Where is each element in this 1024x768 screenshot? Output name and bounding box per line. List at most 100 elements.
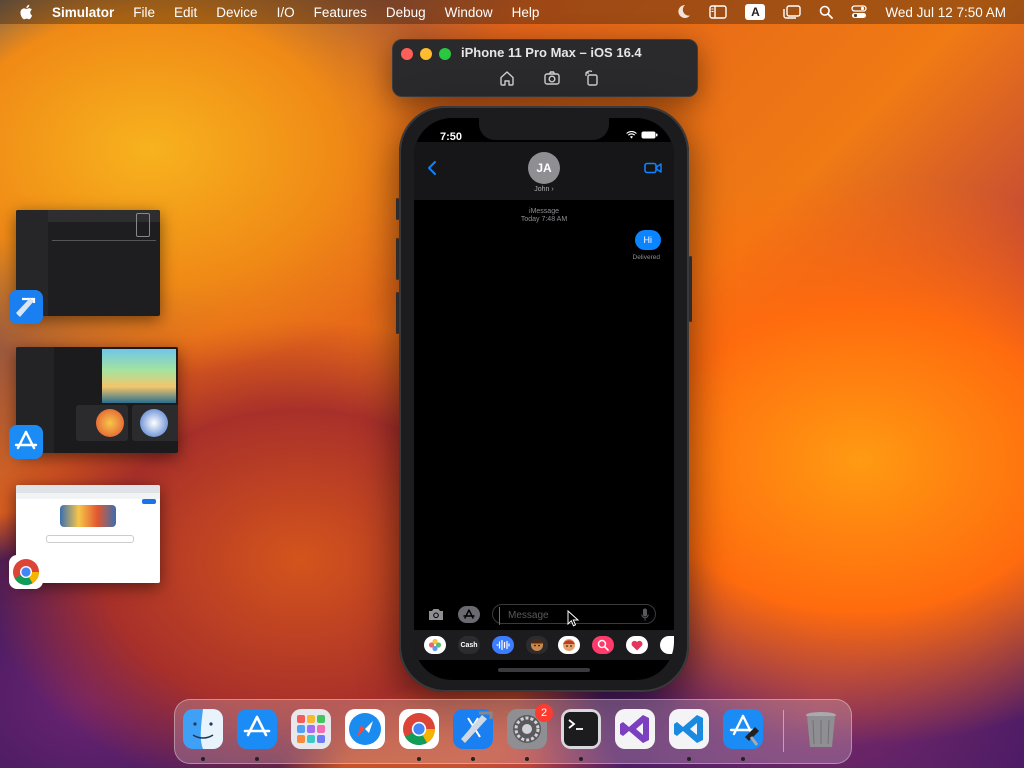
google-doodle-preview: [60, 505, 116, 527]
app-store-hero-preview: [102, 349, 176, 403]
power-button[interactable]: [689, 256, 692, 322]
chrome-dock-icon[interactable]: [397, 707, 441, 751]
vscode-dock-icon[interactable]: [667, 707, 711, 751]
more-apps-icon[interactable]: [660, 636, 674, 654]
control-center-icon[interactable]: [851, 5, 868, 19]
volume-down-button[interactable]: [396, 292, 399, 334]
focus-moon-icon[interactable]: [675, 4, 691, 20]
menu-help[interactable]: Help: [512, 5, 540, 20]
waveform-icon: [496, 640, 510, 650]
xcode-table-preview: [52, 240, 156, 241]
status-bar-time: 7:50: [440, 131, 463, 143]
system-settings-running-indicator: [525, 757, 529, 761]
home-indicator[interactable]: [498, 668, 590, 672]
menu-debug[interactable]: Debug: [386, 5, 426, 20]
screenshot-camera-icon[interactable]: [543, 69, 561, 87]
spotlight-search-icon[interactable]: [819, 5, 834, 19]
conversation-header: JA John ›: [414, 142, 674, 200]
magnifier-icon: [597, 639, 609, 651]
timestamp-label: Today 7:48 AM: [520, 216, 568, 223]
close-window-button[interactable]: [401, 48, 413, 60]
input-source-icon[interactable]: A: [745, 4, 766, 20]
apple-cash-app-icon[interactable]: Cash: [458, 636, 480, 654]
dock: 2: [174, 699, 852, 764]
memoji-face-icon: [531, 638, 543, 651]
audio-message-app-icon[interactable]: [492, 636, 514, 654]
imessage-app-strip: Cash: [414, 630, 674, 660]
trash-dock-icon[interactable]: [799, 707, 843, 751]
chrome-app-icon[interactable]: [8, 554, 44, 590]
stage-manager-icon[interactable]: [783, 5, 802, 19]
message-compose-bar: [414, 604, 674, 627]
mouse-cursor-icon: [567, 610, 579, 627]
xcode-app-icon[interactable]: [8, 289, 44, 325]
app-store-icon: [463, 608, 475, 619]
wifi-icon: [626, 131, 637, 139]
xcode-tools-dock-icon[interactable]: [721, 707, 765, 751]
image-search-app-icon[interactable]: [592, 636, 614, 654]
terminal-dock-icon[interactable]: [559, 707, 603, 751]
conversation-timestamp: iMessage Today 7:48 AM: [414, 208, 674, 224]
photos-app-icon[interactable]: [424, 636, 446, 654]
xcode-dock-icon[interactable]: [451, 707, 495, 751]
volume-up-button[interactable]: [396, 238, 399, 280]
status-bar-icons: [626, 131, 658, 139]
zoom-window-button[interactable]: [439, 48, 451, 60]
menu-features[interactable]: Features: [314, 5, 367, 20]
digital-touch-app-icon[interactable]: [626, 636, 648, 654]
silent-switch[interactable]: [396, 198, 399, 220]
app-store-app-icon[interactable]: [8, 424, 44, 460]
sidebar-icon[interactable]: [709, 5, 728, 19]
xcode-running-indicator: [471, 757, 475, 761]
settings-notification-badge: 2: [535, 704, 553, 722]
menu-extras: A Wed Jul 12 7:50 AM: [675, 0, 1006, 24]
terminal-running-indicator: [579, 757, 583, 761]
dictation-mic-icon[interactable]: [641, 608, 649, 621]
rotate-device-icon[interactable]: [583, 69, 601, 87]
camera-icon[interactable]: [428, 607, 444, 621]
sign-in-button-preview: [142, 499, 156, 504]
back-chevron-icon[interactable]: [426, 160, 438, 176]
app-store-dock-icon[interactable]: [235, 707, 279, 751]
apple-menu-icon[interactable]: [18, 3, 36, 21]
iphone-screen: JA John › 7:50 iMessage Today 7:48 AM Hi…: [414, 118, 674, 680]
minimize-window-button[interactable]: [420, 48, 432, 60]
photos-flower-icon: [428, 638, 442, 652]
delivery-status: Delivered: [632, 254, 660, 261]
xcode-device-preview: [136, 213, 150, 237]
simulator-title: iPhone 11 Pro Max – iOS 16.4: [461, 45, 642, 60]
menu-clock[interactable]: Wed Jul 12 7:50 AM: [885, 5, 1006, 20]
menu-window[interactable]: Window: [445, 5, 493, 20]
app-store-artwork-2-preview: [140, 409, 168, 437]
facetime-video-icon[interactable]: [644, 162, 662, 174]
finder-dock-icon[interactable]: [181, 707, 225, 751]
battery-icon: [641, 131, 658, 139]
menu-device[interactable]: Device: [216, 5, 257, 20]
contact-avatar[interactable]: JA: [528, 152, 560, 184]
phone-notch: [479, 118, 609, 140]
menu-edit[interactable]: Edit: [174, 5, 197, 20]
memoji-app-icon[interactable]: [526, 636, 548, 654]
menu-app-name[interactable]: Simulator: [52, 5, 114, 20]
chrome-running-indicator: [417, 757, 421, 761]
menu-bar: Simulator File Edit Device I/O Features …: [0, 0, 1024, 24]
app-store-artwork-1-preview: [96, 409, 124, 437]
app-store-running-indicator: [255, 757, 259, 761]
launchpad-dock-icon[interactable]: [289, 707, 333, 751]
contact-name[interactable]: John ›: [414, 186, 674, 193]
home-button-icon[interactable]: [498, 69, 516, 87]
sticker-face-icon: [563, 639, 575, 651]
menu-io[interactable]: I/O: [277, 5, 295, 20]
visual-studio-dock-icon[interactable]: [613, 707, 657, 751]
safari-dock-icon[interactable]: [343, 707, 387, 751]
search-box-preview: [46, 535, 134, 543]
menu-file[interactable]: File: [133, 5, 155, 20]
outgoing-message-bubble[interactable]: Hi: [634, 230, 661, 250]
cash-label: Cash: [460, 641, 478, 649]
chrome-toolbar-preview: [16, 493, 160, 499]
memoji-stickers-app-icon[interactable]: [558, 636, 580, 654]
heart-icon: [631, 640, 643, 650]
chrome-tabbar-preview: [16, 485, 160, 493]
apps-drawer-button[interactable]: [458, 606, 480, 623]
dock-separator: [783, 710, 784, 752]
